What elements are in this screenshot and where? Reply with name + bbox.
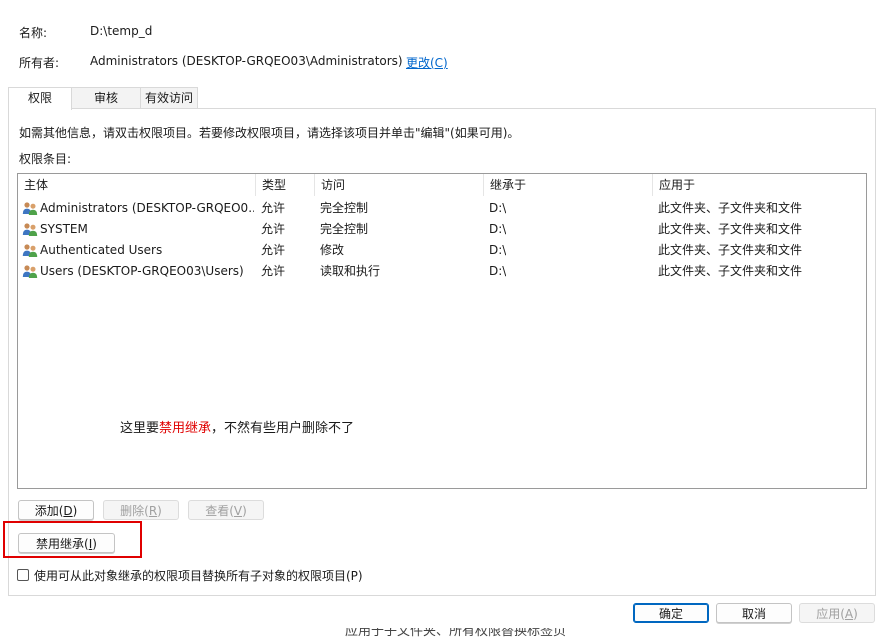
type-cell: 允许: [261, 201, 286, 215]
column-header-principal[interactable]: 主体: [18, 174, 256, 196]
remove-button-key: R: [148, 504, 158, 518]
view-button-end: ): [242, 504, 247, 518]
applies-to-cell: 此文件夹、子文件夹和文件: [658, 264, 803, 278]
tab-effective-access[interactable]: 有效访问: [140, 87, 198, 108]
background-text-fragment: 应用于子文件夹、所有权限替换标签页: [345, 628, 567, 637]
name-value: D:\temp_d: [90, 24, 153, 38]
cancel-button-label: 取消: [741, 607, 766, 621]
access-cell: 完全控制: [320, 222, 369, 236]
inherited-from-cell: D:\: [489, 264, 507, 278]
principal-cell: Administrators (DESKTOP-GRQEO0...: [40, 201, 254, 215]
table-row[interactable]: Authenticated Users 允许 修改 D:\ 此文件夹、子文件夹和…: [18, 240, 866, 261]
type-cell: 允许: [261, 264, 286, 278]
column-header-access[interactable]: 访问: [315, 174, 484, 196]
inherited-from-cell: D:\: [489, 243, 507, 257]
applies-to-cell: 此文件夹、子文件夹和文件: [658, 243, 803, 257]
view-button-key: V: [233, 504, 243, 518]
cancel-button[interactable]: 取消: [716, 603, 792, 623]
inherited-from-cell: D:\: [489, 201, 507, 215]
disable-inheritance-label: 禁用继承(: [36, 537, 89, 551]
change-owner-link[interactable]: 更改(C): [406, 54, 448, 71]
add-button-end: ): [72, 504, 78, 518]
owner-label: 所有者:: [19, 56, 60, 70]
instructions-text: 如需其他信息，请双击权限项目。若要修改权限项目，请选择该项目并单击"编辑"(如果…: [19, 126, 520, 140]
background-document-strip: 应用于子文件夹、所有权限替换标签页: [0, 628, 883, 637]
applies-to-cell: 此文件夹、子文件夹和文件: [658, 222, 803, 236]
tab-auditing-label: 审核: [93, 91, 118, 105]
table-row[interactable]: Users (DESKTOP-GRQEO03\Users) 允许 读取和执行 D…: [18, 261, 866, 282]
users-icon: [22, 202, 38, 215]
annotation-prefix: 这里要: [120, 421, 160, 436]
ok-button[interactable]: 确定: [633, 603, 709, 623]
type-cell: 允许: [261, 243, 286, 257]
tab-permissions-label: 权限: [27, 91, 52, 105]
view-button[interactable]: 查看(V): [188, 500, 264, 520]
users-icon: [22, 265, 38, 278]
owner-value: Administrators (DESKTOP-GRQEO03\Administ…: [90, 54, 403, 68]
column-header-inherited-from[interactable]: 继承于: [484, 174, 653, 196]
apply-button-end: ): [853, 607, 858, 621]
advanced-security-dialog: 名称: D:\temp_d 所有者: Administrators (DESKT…: [0, 0, 883, 628]
applies-to-cell: 此文件夹、子文件夹和文件: [658, 201, 803, 215]
remove-button-end: ): [157, 504, 162, 518]
apply-button[interactable]: 应用(A): [799, 603, 875, 623]
principal-cell: Authenticated Users: [40, 243, 163, 257]
table-row[interactable]: SYSTEM 允许 完全控制 D:\ 此文件夹、子文件夹和文件: [18, 219, 866, 240]
disable-inheritance-end: ): [92, 537, 97, 551]
access-cell: 完全控制: [320, 201, 369, 215]
name-label: 名称:: [19, 26, 48, 40]
inherited-from-cell: D:\: [489, 222, 507, 236]
table-row[interactable]: Administrators (DESKTOP-GRQEO0... 允许 完全控…: [18, 198, 866, 219]
remove-button[interactable]: 删除(R): [103, 500, 179, 520]
list-header: 主体 类型 访问 继承于 应用于: [18, 174, 866, 196]
column-header-applies-to[interactable]: 应用于: [653, 174, 866, 196]
principal-cell: SYSTEM: [40, 222, 88, 236]
ok-button-label: 确定: [658, 607, 683, 621]
access-cell: 读取和执行: [320, 264, 381, 278]
view-button-label: 查看(: [205, 504, 234, 518]
tab-auditing[interactable]: 审核: [70, 87, 142, 108]
tab-effective-access-label: 有效访问: [144, 91, 193, 105]
users-icon: [22, 244, 38, 257]
replace-child-permissions-label[interactable]: 使用可从此对象继承的权限项目替换所有子对象的权限项目(P): [34, 567, 363, 584]
tab-permissions[interactable]: 权限: [8, 87, 72, 110]
permission-entries-list[interactable]: 主体 类型 访问 继承于 应用于 Administrators (DESKTOP…: [17, 173, 867, 489]
type-cell: 允许: [261, 222, 286, 236]
add-button[interactable]: 添加(D): [18, 500, 94, 520]
access-cell: 修改: [320, 243, 345, 257]
replace-child-permissions-checkbox[interactable]: [17, 569, 29, 581]
apply-button-label: 应用(: [816, 607, 845, 621]
apply-button-key: A: [844, 607, 854, 621]
remove-button-label: 删除(: [120, 504, 149, 518]
annotation-suffix: ，不然有些用户删除不了: [211, 421, 355, 436]
users-icon: [22, 223, 38, 236]
permission-entries-label: 权限条目:: [19, 152, 72, 166]
disable-inheritance-button[interactable]: 禁用继承(I): [18, 533, 115, 553]
annotation-highlight: 禁用继承: [159, 421, 212, 436]
add-button-key: D: [63, 504, 73, 518]
column-header-type[interactable]: 类型: [256, 174, 315, 196]
annotation-note: 这里要禁用继承，不然有些用户删除不了: [120, 417, 354, 436]
add-button-label: 添加(: [34, 504, 64, 518]
principal-cell: Users (DESKTOP-GRQEO03\Users): [40, 264, 244, 278]
